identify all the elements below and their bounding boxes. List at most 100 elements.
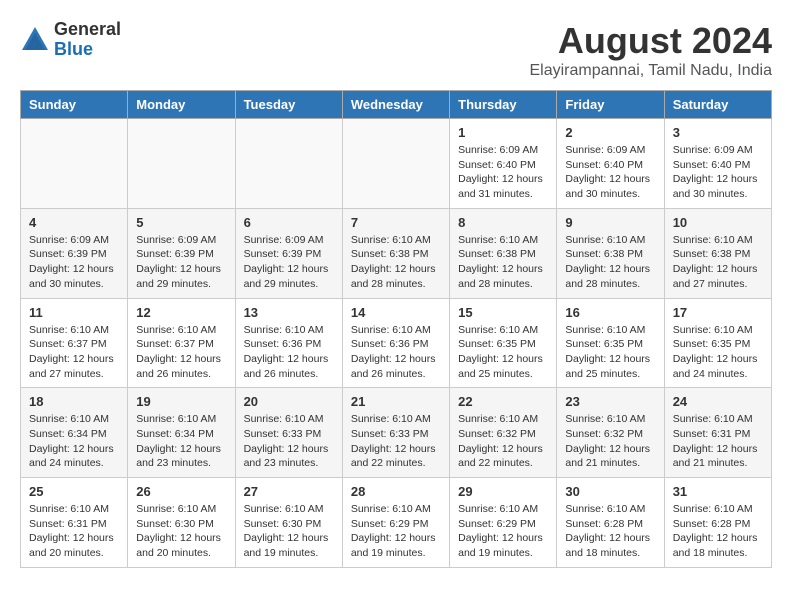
day-info: Sunrise: 6:10 AM Sunset: 6:34 PM Dayligh… [29,412,119,471]
day-info: Sunrise: 6:10 AM Sunset: 6:33 PM Dayligh… [351,412,441,471]
day-info: Sunrise: 6:09 AM Sunset: 6:40 PM Dayligh… [565,143,655,202]
page-subtitle: Elayirampannai, Tamil Nadu, India [530,62,773,80]
calendar-cell: 9 Sunrise: 6:10 AM Sunset: 6:38 PM Daylig… [557,208,664,298]
page-title: August 2024 [530,20,773,62]
day-number: 25 [29,484,119,499]
calendar-cell: 17Sunrise: 6:10 AM Sunset: 6:35 PM Dayli… [664,298,771,388]
day-info: Sunrise: 6:10 AM Sunset: 6:29 PM Dayligh… [351,502,441,561]
day-number: 24 [673,394,763,409]
calendar-cell: 31 Sunrise: 6:10 AM Sunset: 6:28 PM Dayli… [664,478,771,568]
header-saturday: Saturday [664,91,771,119]
day-number: 6 [244,215,334,230]
calendar-week-row: 1 Sunrise: 6:09 AM Sunset: 6:40 PM Daylig… [21,119,772,209]
day-number: 26 [136,484,226,499]
calendar-cell [21,119,128,209]
day-info: Sunrise: 6:09 AM Sunset: 6:39 PM Dayligh… [29,233,119,292]
day-number: 20 [244,394,334,409]
day-number: 1 [458,125,548,140]
day-number: 18 [29,394,119,409]
day-info: Sunrise: 6:09 AM Sunset: 6:40 PM Dayligh… [458,143,548,202]
calendar-cell: 18 Sunrise: 6:10 AM Sunset: 6:34 PM Dayli… [21,388,128,478]
day-info: Sunrise: 6:09 AM Sunset: 6:40 PM Dayligh… [673,143,763,202]
calendar-cell: 30 Sunrise: 6:10 AM Sunset: 6:28 PM Dayli… [557,478,664,568]
day-number: 7 [351,215,441,230]
day-info: Sunrise: 6:10 AM Sunset: 6:31 PM Dayligh… [29,502,119,561]
day-info: Sunrise: 6:10 AM Sunset: 6:33 PM Dayligh… [244,412,334,471]
day-info: Sunrise: 6:09 AM Sunset: 6:39 PM Dayligh… [136,233,226,292]
calendar-body: 1 Sunrise: 6:09 AM Sunset: 6:40 PM Daylig… [21,119,772,568]
day-number: 22 [458,394,548,409]
calendar-cell: 1 Sunrise: 6:09 AM Sunset: 6:40 PM Daylig… [450,119,557,209]
calendar-cell: 25 Sunrise: 6:10 AM Sunset: 6:31 PM Dayli… [21,478,128,568]
calendar-week-row: 25 Sunrise: 6:10 AM Sunset: 6:31 PM Dayli… [21,478,772,568]
day-number: 30 [565,484,655,499]
day-info: Sunrise: 6:10 AM Sunset: 6:38 PM Dayligh… [351,233,441,292]
calendar-cell [342,119,449,209]
day-number: 15 [458,305,548,320]
logo-general-text: General [54,20,121,40]
day-info: Sunrise: 6:10 AM Sunset: 6:30 PM Dayligh… [244,502,334,561]
day-number: 11 [29,305,119,320]
day-number: 31 [673,484,763,499]
day-info: Sunrise: 6:09 AM Sunset: 6:39 PM Dayligh… [244,233,334,292]
day-info: Sunrise: 6:10 AM Sunset: 6:37 PM Dayligh… [136,323,226,382]
calendar-cell: 7 Sunrise: 6:10 AM Sunset: 6:38 PM Daylig… [342,208,449,298]
logo-blue-text: Blue [54,40,121,60]
calendar-week-row: 18 Sunrise: 6:10 AM Sunset: 6:34 PM Dayli… [21,388,772,478]
calendar-cell: 26 Sunrise: 6:10 AM Sunset: 6:30 PM Dayli… [128,478,235,568]
calendar-cell: 5Sunrise: 6:09 AM Sunset: 6:39 PM Daylig… [128,208,235,298]
calendar-cell: 22 Sunrise: 6:10 AM Sunset: 6:32 PM Dayli… [450,388,557,478]
day-info: Sunrise: 6:10 AM Sunset: 6:32 PM Dayligh… [458,412,548,471]
day-number: 10 [673,215,763,230]
day-number: 16 [565,305,655,320]
calendar-cell: 28 Sunrise: 6:10 AM Sunset: 6:29 PM Dayli… [342,478,449,568]
calendar-cell: 6 Sunrise: 6:09 AM Sunset: 6:39 PM Daylig… [235,208,342,298]
day-info: Sunrise: 6:10 AM Sunset: 6:29 PM Dayligh… [458,502,548,561]
day-number: 12 [136,305,226,320]
day-number: 19 [136,394,226,409]
calendar-cell: 19 Sunrise: 6:10 AM Sunset: 6:34 PM Dayli… [128,388,235,478]
calendar-cell: 4Sunrise: 6:09 AM Sunset: 6:39 PM Daylig… [21,208,128,298]
calendar-cell: 2Sunrise: 6:09 AM Sunset: 6:40 PM Daylig… [557,119,664,209]
day-number: 23 [565,394,655,409]
header-wednesday: Wednesday [342,91,449,119]
day-info: Sunrise: 6:10 AM Sunset: 6:37 PM Dayligh… [29,323,119,382]
day-number: 14 [351,305,441,320]
header-thursday: Thursday [450,91,557,119]
calendar-cell: 24 Sunrise: 6:10 AM Sunset: 6:31 PM Dayli… [664,388,771,478]
calendar-table: SundayMondayTuesdayWednesdayThursdayFrid… [20,90,772,568]
calendar-cell: 15Sunrise: 6:10 AM Sunset: 6:35 PM Dayli… [450,298,557,388]
calendar-cell: 29Sunrise: 6:10 AM Sunset: 6:29 PM Dayli… [450,478,557,568]
day-info: Sunrise: 6:10 AM Sunset: 6:28 PM Dayligh… [565,502,655,561]
logo: General Blue [20,20,121,60]
day-info: Sunrise: 6:10 AM Sunset: 6:30 PM Dayligh… [136,502,226,561]
header-tuesday: Tuesday [235,91,342,119]
day-info: Sunrise: 6:10 AM Sunset: 6:38 PM Dayligh… [565,233,655,292]
day-info: Sunrise: 6:10 AM Sunset: 6:28 PM Dayligh… [673,502,763,561]
day-number: 13 [244,305,334,320]
calendar-cell: 11 Sunrise: 6:10 AM Sunset: 6:37 PM Dayli… [21,298,128,388]
calendar-week-row: 4Sunrise: 6:09 AM Sunset: 6:39 PM Daylig… [21,208,772,298]
day-info: Sunrise: 6:10 AM Sunset: 6:36 PM Dayligh… [351,323,441,382]
calendar-cell: 27 Sunrise: 6:10 AM Sunset: 6:30 PM Dayli… [235,478,342,568]
header: General Blue August 2024 Elayirampannai,… [20,20,772,80]
calendar-header-row: SundayMondayTuesdayWednesdayThursdayFrid… [21,91,772,119]
calendar-cell: 16 Sunrise: 6:10 AM Sunset: 6:35 PM Dayli… [557,298,664,388]
calendar-cell: 8Sunrise: 6:10 AM Sunset: 6:38 PM Daylig… [450,208,557,298]
calendar-cell: 10Sunrise: 6:10 AM Sunset: 6:38 PM Dayli… [664,208,771,298]
day-number: 27 [244,484,334,499]
day-number: 9 [565,215,655,230]
day-number: 17 [673,305,763,320]
calendar-cell: 21 Sunrise: 6:10 AM Sunset: 6:33 PM Dayli… [342,388,449,478]
day-info: Sunrise: 6:10 AM Sunset: 6:34 PM Dayligh… [136,412,226,471]
day-info: Sunrise: 6:10 AM Sunset: 6:35 PM Dayligh… [565,323,655,382]
day-number: 3 [673,125,763,140]
day-number: 21 [351,394,441,409]
day-info: Sunrise: 6:10 AM Sunset: 6:36 PM Dayligh… [244,323,334,382]
day-number: 28 [351,484,441,499]
day-info: Sunrise: 6:10 AM Sunset: 6:38 PM Dayligh… [458,233,548,292]
header-sunday: Sunday [21,91,128,119]
calendar-cell: 14 Sunrise: 6:10 AM Sunset: 6:36 PM Dayli… [342,298,449,388]
day-info: Sunrise: 6:10 AM Sunset: 6:31 PM Dayligh… [673,412,763,471]
title-area: August 2024 Elayirampannai, Tamil Nadu, … [530,20,773,80]
